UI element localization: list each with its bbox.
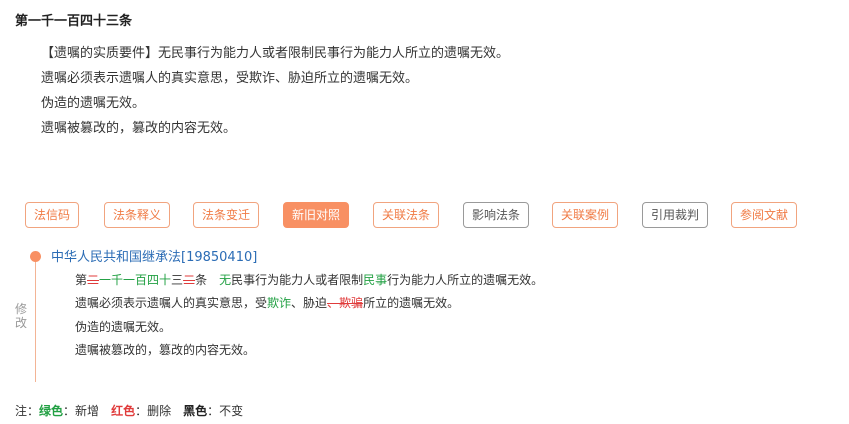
tab-interpretation[interactable]: 法条释义 <box>104 202 171 228</box>
revision-line-4: 遗嘱被篡改的，篡改的内容无效。 <box>75 343 256 357</box>
source-law-link[interactable]: 中华人民共和国继承法[19850410] <box>51 246 257 265</box>
article-paragraph-1: 【遗嘱的实质要件】无民事行为能力人或者限制民事行为能力人所立的遗嘱无效。 <box>41 46 510 61</box>
revision-line-1: 第二一千一百四十三二条 无民事行为能力人或者限制民事行为能力人所立的遗嘱无效。 <box>75 273 544 287</box>
article-paragraph-4: 遗嘱被篡改的，篡改的内容无效。 <box>41 121 237 136</box>
tab-related-cases[interactable]: 关联案例 <box>552 202 619 228</box>
timeline-dot <box>30 251 41 262</box>
tab-evolution[interactable]: 法条变迁 <box>193 202 260 228</box>
tab-old-new-compare[interactable]: 新旧对照 <box>283 202 350 228</box>
tab-affected-articles[interactable]: 影响法条 <box>463 202 530 228</box>
tab-references[interactable]: 参阅文献 <box>731 202 798 228</box>
article-title: 第一千一百四十三条 <box>15 14 133 29</box>
color-legend: 注：绿色：新增 红色：删除 黑色：不变 <box>15 404 244 418</box>
tab-related-articles[interactable]: 关联法条 <box>373 202 440 228</box>
tab-bar: 法信码 法条释义 法条变迁 新旧对照 关联法条 影响法条 关联案例 引用裁判 参… <box>25 202 825 228</box>
tab-cited-judgments[interactable]: 引用裁判 <box>642 202 709 228</box>
timeline-line <box>35 256 36 382</box>
revision-line-3: 伪造的遗嘱无效。 <box>75 320 172 334</box>
tab-faxin-code[interactable]: 法信码 <box>25 202 80 228</box>
article-paragraph-3: 伪造的遗嘱无效。 <box>41 96 146 111</box>
revision-type-label: 修改 <box>14 302 27 330</box>
article-paragraph-2: 遗嘱必须表示遗嘱人的真实意思，受欺诈、胁迫所立的遗嘱无效。 <box>41 71 419 86</box>
revision-line-2: 遗嘱必须表示遗嘱人的真实意思，受欺诈、胁迫、欺骗所立的遗嘱无效。 <box>75 296 460 310</box>
